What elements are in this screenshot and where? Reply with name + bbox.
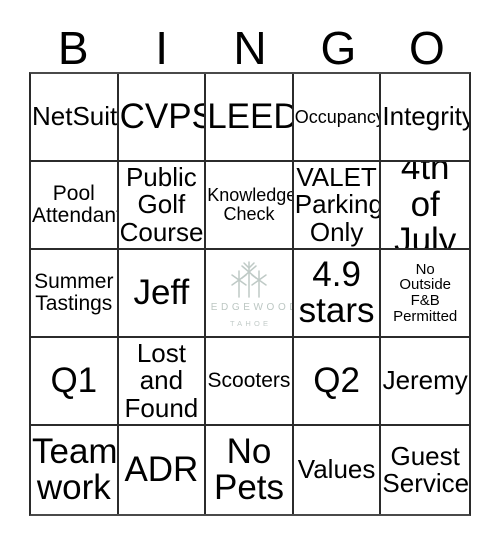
bingo-cell-label: No Outside F&B Permitted xyxy=(393,260,458,325)
bingo-cell[interactable]: CVPS xyxy=(118,74,207,162)
bingo-cell-label: VALET Parking Only xyxy=(294,162,382,247)
tahoe-wordmark: TAHOE xyxy=(229,318,272,328)
bingo-cell-label: Pool Attendant xyxy=(32,182,119,227)
bingo-grid: NetSuiteCVPSLEEDOccupancyIntegrity Pool A… xyxy=(29,72,471,516)
bingo-card: B I N G O NetSuiteCVPSLEEDOccupancyInteg… xyxy=(0,0,500,544)
bingo-cell[interactable]: Knowledge Check xyxy=(206,162,294,250)
bingo-cell-label: Q2 xyxy=(313,360,360,400)
bingo-cell[interactable]: Q1 xyxy=(31,338,119,426)
bingo-header-row: B I N G O xyxy=(29,18,471,72)
bingo-cell-label: NetSuite xyxy=(32,101,118,132)
bingo-cell[interactable]: No Pets xyxy=(206,426,294,514)
bingo-cell[interactable]: Occupancy xyxy=(293,74,382,162)
bingo-cell[interactable]: NetSuite xyxy=(31,74,119,162)
bingo-cell-label: Scooters xyxy=(207,369,291,393)
bingo-cell[interactable]: Integrity xyxy=(381,74,469,162)
bingo-cell-label: Jeremy xyxy=(382,365,468,396)
edgewood-tahoe-logo: EDGEWOOD TAHOE xyxy=(207,250,294,336)
bingo-cell-label: No Pets xyxy=(213,431,285,507)
bingo-header-letter-b: B xyxy=(57,22,89,74)
bingo-cell-label: Values xyxy=(297,454,376,485)
bingo-cell[interactable]: 4th of July xyxy=(381,162,469,250)
bingo-cell-label: ADR xyxy=(124,449,199,489)
bingo-cell[interactable]: Guest Service xyxy=(381,426,469,514)
bingo-cell-label: LEED xyxy=(207,96,294,136)
bingo-cell-label: Team work xyxy=(32,431,118,507)
bingo-cell-label: Knowledge Check xyxy=(207,185,294,224)
bingo-cell[interactable]: ADR xyxy=(118,426,207,514)
bingo-cell[interactable]: Scooters xyxy=(206,338,294,426)
bingo-cell[interactable]: Team work xyxy=(31,426,119,514)
bingo-cell[interactable]: LEED xyxy=(206,74,294,162)
bingo-cell[interactable]: VALET Parking Only xyxy=(293,162,382,250)
bingo-header-letter-i: I xyxy=(155,22,168,74)
bingo-cell[interactable]: Jeff xyxy=(118,250,207,338)
bingo-free-space-cell[interactable]: EDGEWOOD TAHOE xyxy=(206,250,294,338)
bingo-cell[interactable]: 4.9 stars xyxy=(293,250,382,338)
bingo-cell-label: Jeff xyxy=(133,272,190,312)
pine-trees-icon xyxy=(231,261,267,298)
bingo-header-letter-n: N xyxy=(233,22,267,74)
edgewood-wordmark: EDGEWOOD xyxy=(210,301,294,313)
bingo-cell-label: 4th of July xyxy=(394,162,457,250)
bingo-header-letter-o: O xyxy=(408,22,445,74)
bingo-cell-label: Q1 xyxy=(50,360,98,400)
bingo-cell-label: Summer Tastings xyxy=(34,270,114,315)
bingo-cell-label: Occupancy xyxy=(294,106,382,127)
bingo-cell[interactable]: Q2 xyxy=(293,338,382,426)
bingo-cell-label: Public Golf Course xyxy=(119,162,204,247)
bingo-cell[interactable]: Pool Attendant xyxy=(31,162,119,250)
bingo-cell-label: Integrity xyxy=(382,101,469,132)
bingo-cell[interactable]: Values xyxy=(293,426,382,514)
bingo-cell[interactable]: Public Golf Course xyxy=(118,162,207,250)
bingo-cell[interactable]: Summer Tastings xyxy=(31,250,119,338)
bingo-cell[interactable]: Lost and Found xyxy=(118,338,207,426)
bingo-cell-label: Guest Service xyxy=(382,440,469,498)
bingo-cell[interactable]: No Outside F&B Permitted xyxy=(381,250,469,338)
bingo-cell-label: Lost and Found xyxy=(124,338,199,423)
bingo-cell-label: 4.9 stars xyxy=(298,254,375,330)
bingo-cell-label: CVPS xyxy=(119,96,207,136)
bingo-cell[interactable]: Jeremy xyxy=(381,338,469,426)
bingo-header-letter-g: G xyxy=(320,22,357,74)
